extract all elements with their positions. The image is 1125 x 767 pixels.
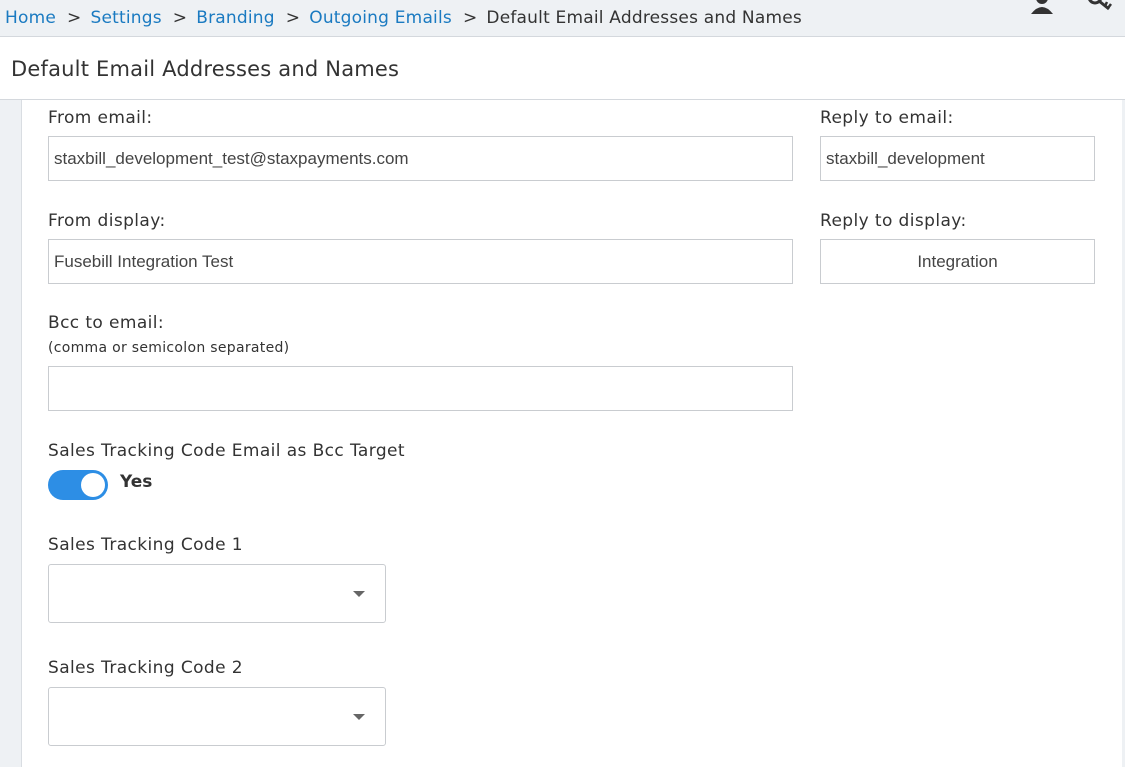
- sales-tracking-bcc-toggle-label: Yes: [120, 472, 153, 492]
- breadcrumb-branding[interactable]: Branding: [196, 8, 275, 28]
- user-icon[interactable]: [1030, 0, 1054, 18]
- breadcrumb-settings[interactable]: Settings: [90, 8, 161, 28]
- chevron-down-icon: [353, 591, 365, 597]
- from-display-label: From display:: [48, 211, 166, 231]
- breadcrumb-separator: >: [67, 8, 82, 28]
- reply-to-email-label: Reply to email:: [820, 108, 954, 128]
- breadcrumb-outgoing-emails[interactable]: Outgoing Emails: [309, 8, 452, 28]
- sales-tracking-bcc-label: Sales Tracking Code Email as Bcc Target: [48, 441, 405, 461]
- chevron-down-icon: [353, 714, 365, 720]
- sales-tracking-code-2-label: Sales Tracking Code 2: [48, 658, 243, 678]
- sales-tracking-bcc-toggle[interactable]: [48, 470, 108, 500]
- top-bar: Home > Settings > Branding > Outgoing Emails > D…: [0, 0, 1125, 37]
- toggle-knob: [81, 473, 105, 497]
- bcc-email-input[interactable]: [48, 366, 793, 411]
- breadcrumb-separator: >: [172, 8, 188, 28]
- key-icon[interactable]: [1085, 0, 1125, 18]
- reply-to-email-input[interactable]: staxbill_development: [820, 136, 1095, 181]
- from-display-input[interactable]: Fusebill Integration Test: [48, 239, 793, 284]
- form-panel: From email: staxbill_development_test@st…: [21, 100, 1122, 767]
- breadcrumb-home[interactable]: Home: [5, 8, 56, 28]
- breadcrumb: Home > Settings > Branding > Outgoing Emails > D…: [5, 8, 802, 28]
- from-email-label: From email:: [48, 108, 153, 128]
- sales-tracking-code-1-label: Sales Tracking Code 1: [48, 535, 243, 555]
- breadcrumb-separator: >: [285, 8, 301, 28]
- content-area: From email: staxbill_development_test@st…: [0, 100, 1125, 767]
- page-header: Default Email Addresses and Names: [0, 37, 1125, 100]
- sales-tracking-code-1-select[interactable]: [48, 564, 386, 623]
- bcc-email-hint: (comma or semicolon separated): [48, 340, 290, 356]
- bcc-email-label: Bcc to email:: [48, 313, 165, 333]
- reply-to-display-input[interactable]: Integration: [820, 239, 1095, 284]
- reply-to-display-label: Reply to display:: [820, 211, 967, 231]
- from-email-input[interactable]: staxbill_development_test@staxpayments.c…: [48, 136, 793, 181]
- breadcrumb-current: Default Email Addresses and Names: [486, 8, 802, 28]
- page-title: Default Email Addresses and Names: [11, 57, 400, 81]
- sales-tracking-code-2-select[interactable]: [48, 687, 386, 746]
- breadcrumb-separator: >: [462, 8, 478, 28]
